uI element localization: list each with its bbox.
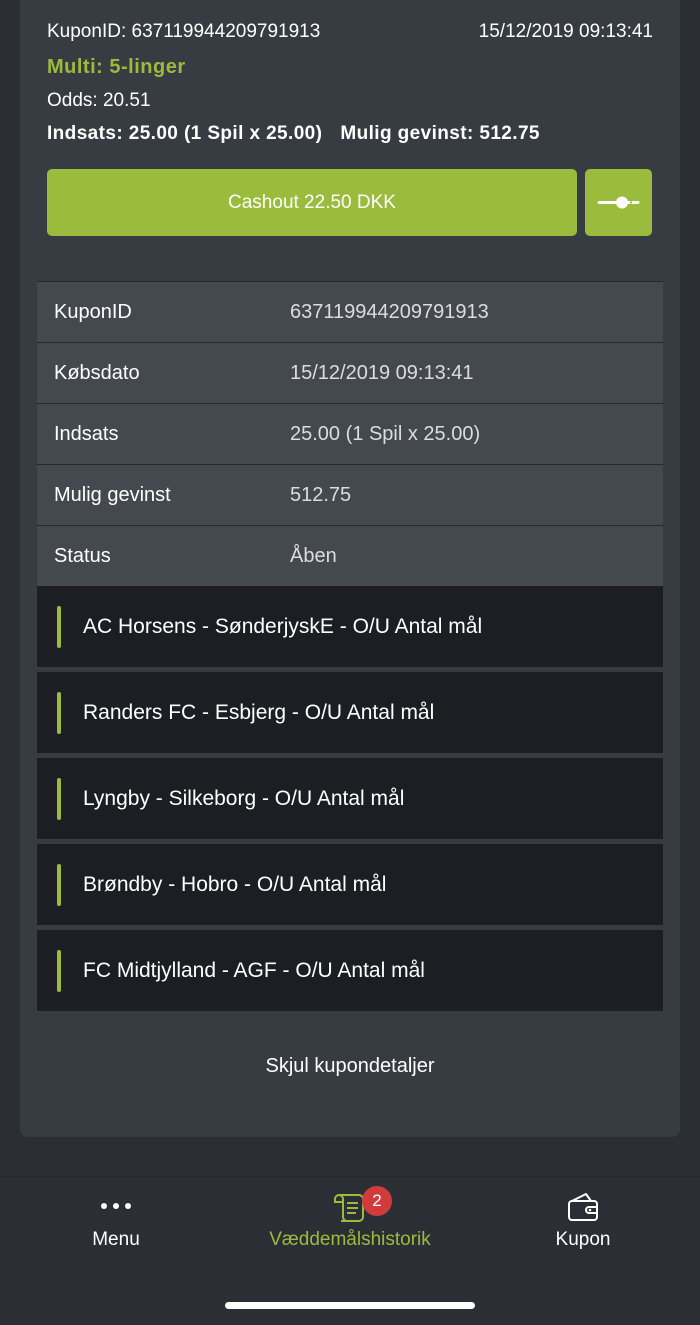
detail-label: Købsdato [54, 362, 140, 384]
wallet-icon [568, 1193, 598, 1221]
home-indicator[interactable] [225, 1302, 475, 1309]
leg-label: Randers FC - Esbjerg - O/U Antal mål [83, 701, 435, 724]
detail-value: 637119944209791913 [290, 301, 489, 323]
cashout-label: Cashout 22.50 DKK [228, 191, 396, 213]
detail-label: Indsats [54, 423, 119, 445]
detail-row: Indsats 25.00 (1 Spil x 25.00) [37, 403, 663, 464]
stake-text: Indsats: 25.00 (1 Spil x 25.00) [47, 123, 323, 144]
coupon-header-row: KuponID: 637119944209791913 15/12/2019 0… [47, 20, 653, 44]
leg-status-bar [57, 778, 61, 820]
coupon-card: KuponID: 637119944209791913 15/12/2019 0… [20, 0, 680, 1137]
leg-item[interactable]: Randers FC - Esbjerg - O/U Antal mål [37, 672, 663, 753]
possible-gain-text: Mulig gevinst: 512.75 [340, 123, 540, 144]
detail-row: KuponID 637119944209791913 [37, 281, 663, 342]
detail-label: Status [54, 545, 111, 567]
detail-row: Status Åben [37, 525, 663, 586]
cashout-slider-button[interactable] [585, 169, 652, 236]
detail-value: 512.75 [290, 484, 352, 506]
leg-status-bar [57, 864, 61, 906]
leg-label: Lyngby - Silkeborg - O/U Antal mål [83, 787, 405, 810]
leg-item[interactable]: Lyngby - Silkeborg - O/U Antal mål [37, 758, 663, 839]
slider-toggle-icon [597, 196, 640, 209]
leg-item[interactable]: AC Horsens - SønderjyskE - O/U Antal mål [37, 586, 663, 667]
leg-status-bar [57, 692, 61, 734]
detail-value: 15/12/2019 09:13:41 [290, 362, 474, 384]
coupon-date: 15/12/2019 09:13:41 [478, 21, 653, 42]
detail-row: Mulig gevinst 512.75 [37, 464, 663, 525]
dots-icon [101, 1203, 131, 1209]
nav-history-label: Væddemålshistorik [269, 1229, 431, 1250]
coupon-legs-list: AC Horsens - SønderjyskE - O/U Antal mål… [37, 586, 663, 1016]
cashout-button[interactable]: Cashout 22.50 DKK [47, 169, 577, 236]
leg-status-bar [57, 950, 61, 992]
detail-value: 25.00 (1 Spil x 25.00) [290, 423, 481, 445]
nav-coupon-label: Kupon [555, 1229, 611, 1250]
leg-item[interactable]: Brøndby - Hobro - O/U Antal mål [37, 844, 663, 925]
detail-label: KuponID [54, 301, 132, 323]
leg-status-bar [57, 606, 61, 648]
coupon-id: KuponID: 637119944209791913 [47, 21, 321, 42]
detail-row: Købsdato 15/12/2019 09:13:41 [37, 342, 663, 403]
leg-label: AC Horsens - SønderjyskE - O/U Antal mål [83, 615, 483, 638]
coupon-odds: Odds: 20.51 [47, 90, 151, 111]
leg-item[interactable]: FC Midtjylland - AGF - O/U Antal mål [37, 930, 663, 1011]
coupon-stake-summary: Indsats: 25.00 (1 Spil x 25.00) Mulig gev… [47, 122, 653, 146]
coupon-details-table: KuponID 637119944209791913 Købsdato 15/1… [37, 281, 663, 586]
nav-menu-label: Menu [92, 1229, 140, 1250]
leg-label: FC Midtjylland - AGF - O/U Antal mål [83, 959, 425, 982]
leg-label: Brøndby - Hobro - O/U Antal mål [83, 873, 387, 896]
coupon-type: Multi: 5-linger [47, 56, 186, 78]
history-count-badge: 2 [362, 1186, 392, 1216]
detail-label: Mulig gevinst [54, 484, 171, 506]
detail-value: Åben [290, 545, 337, 567]
hide-details-link[interactable]: Skjul kupondetaljer [20, 1055, 680, 1078]
